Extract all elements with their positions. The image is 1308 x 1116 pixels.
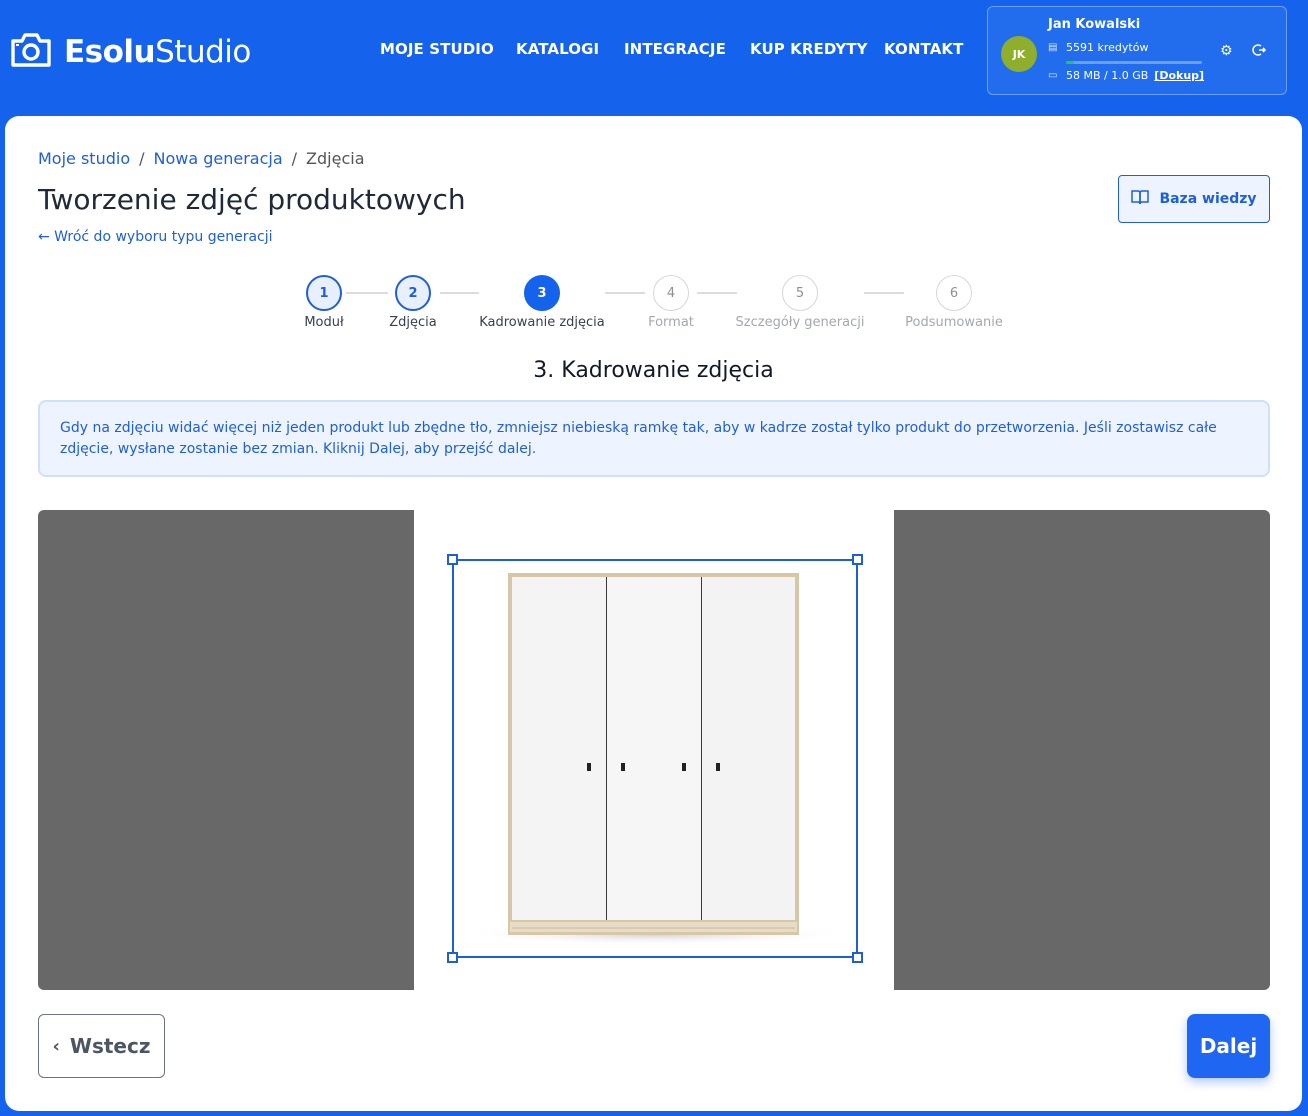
nav-item-katalogi[interactable]: KATALOGI bbox=[516, 40, 599, 58]
step-1-label: Moduł bbox=[304, 315, 344, 330]
step-connector bbox=[605, 292, 645, 294]
topup-link[interactable]: [Dokup] bbox=[1154, 69, 1204, 82]
avatar[interactable]: JK bbox=[1001, 36, 1037, 72]
breadcrumb-item-zdjecia: Zdjęcia bbox=[306, 149, 365, 168]
crop-frame[interactable] bbox=[447, 554, 863, 963]
user-name: Jan Kowalski bbox=[1048, 17, 1141, 32]
knowledge-base-label: Baza wiedzy bbox=[1159, 191, 1257, 207]
back-button[interactable]: ‹ Wstecz bbox=[38, 1014, 165, 1078]
crop-handle-top-left[interactable] bbox=[447, 554, 458, 565]
step-connector bbox=[697, 292, 737, 294]
step-2-circle[interactable]: 2 bbox=[395, 275, 431, 311]
crop-area[interactable] bbox=[38, 510, 1270, 990]
step-connector bbox=[346, 292, 388, 294]
chevron-left-icon: ‹ bbox=[52, 1035, 60, 1057]
storage-progress-fill bbox=[1066, 61, 1074, 64]
section-title: 3. Kadrowanie zdjęcia bbox=[533, 358, 774, 383]
step-4-circle: 4 bbox=[653, 275, 689, 311]
breadcrumb: Moje studio / Nowa generacja / Zdjęcia bbox=[38, 149, 365, 168]
crop-handle-bottom-left[interactable] bbox=[447, 952, 458, 963]
crop-instructions: Gdy na zdjęciu widać więcej niż jeden pr… bbox=[38, 400, 1270, 477]
storage-usage: 58 MB / 1.0 GB bbox=[1066, 69, 1149, 82]
nav-item-integracje[interactable]: INTEGRACJE bbox=[624, 40, 726, 58]
main-nav: MOJE STUDIO KATALOGI INTEGRACJE KUP KRED… bbox=[380, 40, 994, 58]
step-connector bbox=[440, 292, 479, 294]
nav-item-moje-studio[interactable]: MOJE STUDIO bbox=[380, 40, 494, 58]
step-6-circle: 6 bbox=[936, 275, 972, 311]
knowledge-base-button[interactable]: Baza wiedzy bbox=[1118, 175, 1270, 223]
breadcrumb-item-nowa-generacja[interactable]: Nowa generacja bbox=[154, 149, 283, 168]
logout-icon[interactable] bbox=[1252, 43, 1267, 61]
step-2-label: Zdjęcia bbox=[389, 315, 437, 330]
step-1-circle[interactable]: 1 bbox=[306, 275, 342, 311]
step-4-label: Format bbox=[648, 315, 694, 330]
crop-handle-top-right[interactable] bbox=[852, 554, 863, 565]
crop-handle-bottom-right[interactable] bbox=[852, 952, 863, 963]
crop-shade-right bbox=[894, 510, 1270, 990]
step-3-circle[interactable]: 3 bbox=[524, 275, 560, 311]
breadcrumb-separator: / bbox=[139, 149, 145, 168]
page-title: Tworzenie zdjęć produktowych bbox=[38, 183, 466, 216]
back-to-type-link[interactable]: ← Wróć do wyboru typu generacji bbox=[38, 229, 273, 245]
coins-icon: ▤ bbox=[1048, 42, 1058, 53]
camera-icon bbox=[10, 32, 52, 72]
step-5-label: Szczegóły generacji bbox=[735, 315, 865, 330]
step-5-circle: 5 bbox=[782, 275, 818, 311]
brand-logo[interactable]: EsoluStudio bbox=[10, 32, 251, 72]
credits-count: 5591 kredytów bbox=[1066, 41, 1149, 54]
next-button[interactable]: Dalej bbox=[1187, 1014, 1270, 1078]
gear-icon[interactable]: ⚙ bbox=[1220, 43, 1233, 59]
credits-info: ▤ 5591 kredytów bbox=[1048, 41, 1148, 54]
storage-info: ▭ 58 MB / 1.0 GB [Dokup] bbox=[1048, 69, 1204, 82]
step-3-label: Kadrowanie zdjęcia bbox=[479, 315, 605, 330]
brand-name: EsoluStudio bbox=[64, 34, 251, 70]
step-6-label: Podsumowanie bbox=[905, 315, 1003, 330]
book-icon bbox=[1131, 189, 1159, 209]
hard-drive-icon: ▭ bbox=[1048, 70, 1058, 81]
nav-item-kup-kredyty[interactable]: KUP KREDYTY bbox=[750, 40, 867, 58]
top-header: EsoluStudio MOJE STUDIO KATALOGI INTEGRA… bbox=[0, 0, 1308, 108]
breadcrumb-item-moje-studio[interactable]: Moje studio bbox=[38, 149, 130, 168]
crop-shade-left bbox=[38, 510, 414, 990]
storage-progress-bar bbox=[1066, 61, 1202, 64]
back-button-label: Wstecz bbox=[69, 1034, 151, 1058]
breadcrumb-separator: / bbox=[291, 149, 298, 168]
main-panel: Moje studio / Nowa generacja / Zdjęcia T… bbox=[5, 116, 1302, 1111]
nav-item-kontakt[interactable]: KONTAKT bbox=[884, 40, 964, 58]
user-panel: JK Jan Kowalski ▤ 5591 kredytów ▭ 58 MB … bbox=[987, 6, 1287, 95]
step-connector bbox=[864, 292, 904, 294]
